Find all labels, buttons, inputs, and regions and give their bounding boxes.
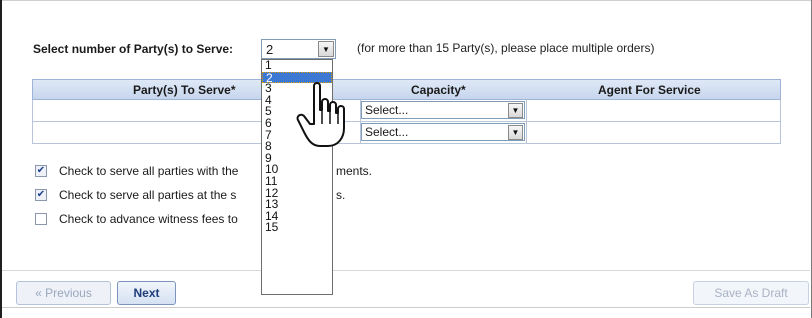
capacity-value: Select... (365, 125, 409, 139)
advance-witness-fees-option[interactable]: Check to advance witness fees to (35, 212, 238, 226)
cell-divider (526, 122, 527, 143)
serve-same-address-option[interactable]: ✔ Check to serve all parties at the s (35, 188, 236, 202)
footer-bottom-divider (2, 307, 810, 308)
serve-same-address-label-tail: s. (336, 188, 346, 202)
serve-same-address-checkbox[interactable]: ✔ (35, 189, 47, 201)
table-row: Select... ▼ (32, 122, 781, 144)
hand-pointer-icon (296, 82, 345, 147)
header-party: Party(s) To Serve* (133, 83, 236, 97)
next-button[interactable]: Next (117, 281, 176, 305)
party-count-row: Select number of Party(s) to Serve: (33, 40, 233, 58)
advance-witness-fees-label: Check to advance witness fees to (59, 212, 238, 226)
chevron-down-icon[interactable]: ▼ (508, 102, 523, 118)
cell-divider (526, 100, 527, 121)
capacity-select[interactable]: Select... ▼ (361, 123, 525, 141)
party-count-hint: (for more than 15 Party(s), please place… (357, 41, 655, 55)
save-as-draft-button[interactable]: Save As Draft (693, 281, 809, 305)
capacity-value: Select... (365, 103, 409, 117)
serve-same-address-label: Check to serve all parties at the s (59, 188, 237, 202)
capacity-select[interactable]: Select... ▼ (361, 101, 525, 119)
table-row: Select... ▼ (32, 100, 781, 122)
serve-all-documents-label-tail: ments. (336, 164, 373, 178)
previous-button[interactable]: « Previous (16, 281, 111, 305)
serve-all-documents-label: Check to serve all parties with the (59, 164, 239, 178)
footer-divider (2, 270, 810, 271)
table-header: Party(s) To Serve* Capacity* Agent For S… (32, 79, 781, 100)
advance-witness-fees-checkbox[interactable] (35, 213, 47, 225)
header-capacity: Capacity* (411, 83, 466, 97)
chevron-down-icon[interactable]: ▼ (508, 124, 523, 140)
dropdown-option[interactable]: 15 (262, 222, 332, 234)
chevron-down-icon[interactable]: ▼ (318, 41, 334, 57)
party-count-label: Select number of Party(s) to Serve: (33, 42, 234, 56)
header-agent: Agent For Service (598, 83, 701, 97)
dropdown-option[interactable]: 1 (262, 60, 332, 72)
party-count-select[interactable]: 2 ▼ (261, 39, 336, 59)
serve-all-documents-checkbox[interactable]: ✔ (35, 165, 47, 177)
party-count-value: 2 (266, 41, 274, 57)
serve-all-documents-option[interactable]: ✔ Check to serve all parties with the (35, 164, 238, 178)
